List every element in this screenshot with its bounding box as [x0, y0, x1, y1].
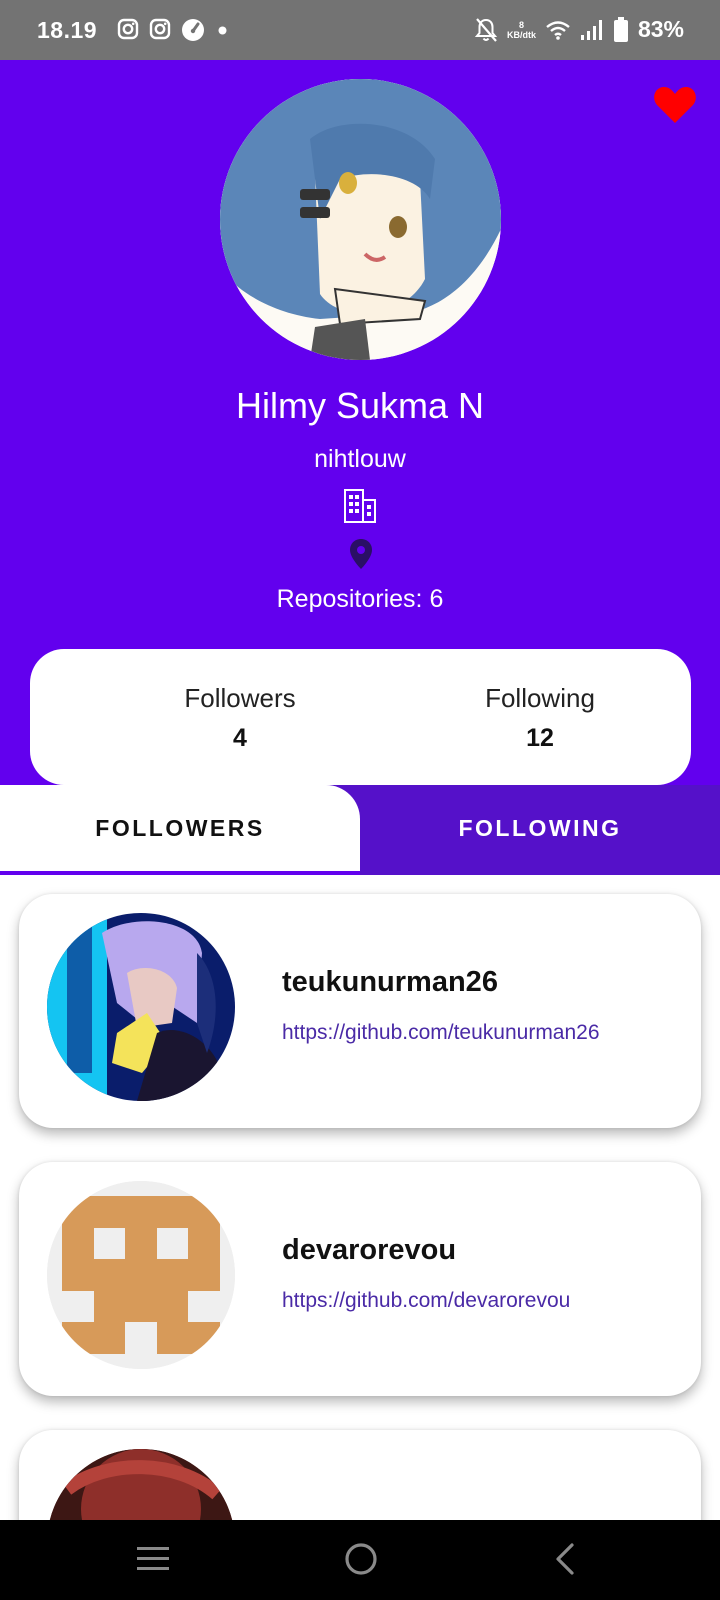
back-icon[interactable] — [553, 1542, 577, 1576]
list-item[interactable] — [19, 1430, 701, 1520]
tab-followers[interactable]: FOLLOWERS — [0, 785, 360, 871]
user-url[interactable]: https://github.com/devarorevou — [282, 1289, 570, 1313]
profile-username: nihtlouw — [314, 445, 406, 473]
user-url[interactable]: https://github.com/teukunurman26 — [282, 1021, 600, 1045]
heart-icon[interactable] — [653, 85, 697, 125]
navigation-bar — [0, 1520, 720, 1600]
profile-name: Hilmy Sukma N — [235, 385, 485, 426]
status-bar: 18.19 8 KB/dtk 83% — [0, 0, 720, 60]
status-time: 18.19 — [37, 17, 98, 43]
list-item[interactable]: devarorevou https://github.com/devarorev… — [19, 1162, 701, 1396]
net-speed-unit: KB/dtk — [506, 29, 536, 40]
instagram-icon — [149, 18, 171, 40]
followers-label: Followers — [184, 683, 296, 713]
location-icon — [350, 539, 372, 569]
list-item[interactable]: teukunurman26 https://github.com/teukunu… — [19, 894, 701, 1128]
company-icon — [344, 489, 376, 523]
followers-stat: Followers 4 — [110, 683, 370, 753]
battery-icon — [613, 16, 628, 42]
stats-card: Followers 4 Following 12 — [30, 649, 691, 785]
identicon-image — [47, 1181, 235, 1369]
user-avatar — [47, 913, 235, 1101]
avatar-image — [220, 79, 501, 360]
battery-percent: 83% — [637, 16, 684, 42]
following-count: 12 — [526, 724, 554, 752]
followers-list[interactable]: teukunurman26 https://github.com/teukunu… — [0, 875, 720, 1520]
instagram-icon — [117, 18, 139, 40]
followers-count: 4 — [233, 724, 247, 752]
profile-avatar — [220, 79, 501, 360]
status-indicators: 8 KB/dtk 83% — [474, 16, 684, 43]
avatar-image — [47, 1449, 235, 1520]
repositories-count: 6 — [429, 585, 444, 613]
speedometer-icon — [182, 19, 204, 41]
user-avatar — [47, 1181, 235, 1369]
user-login: teukunurman26 — [282, 966, 498, 998]
user-avatar — [47, 1449, 235, 1520]
net-speed-value: 8 — [518, 19, 524, 30]
following-label: Following — [485, 683, 595, 713]
following-stat: Following 12 — [410, 683, 670, 753]
repositories-label: Repositories: — [276, 585, 423, 613]
wifi-icon — [546, 20, 570, 40]
dot-icon — [218, 26, 227, 35]
bell-off-icon — [474, 17, 498, 42]
home-icon[interactable] — [344, 1542, 378, 1576]
avatar-image — [47, 913, 235, 1101]
repositories: Repositories: 6 — [0, 585, 720, 614]
user-login: devarorevou — [282, 1234, 457, 1266]
menu-icon[interactable] — [136, 1544, 170, 1574]
tab-bar: FOLLOWERS FOLLOWING — [0, 785, 720, 875]
signal-icon — [580, 19, 602, 40]
tab-following[interactable]: FOLLOWING — [360, 785, 720, 871]
net-speed: 8 KB/dtk — [507, 20, 536, 40]
